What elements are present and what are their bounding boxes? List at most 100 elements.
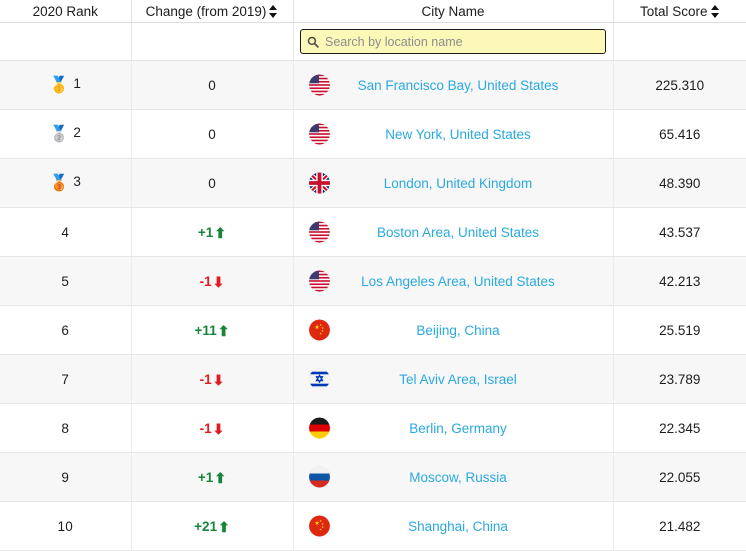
rank-value: 5 xyxy=(61,273,70,289)
flag-united-states-icon xyxy=(308,123,330,145)
city-link[interactable]: London, United Kingdom xyxy=(374,176,533,191)
score-cell: 22.055 xyxy=(613,452,746,502)
rank-value: 3 xyxy=(73,174,82,189)
city-cell: San Francisco Bay, United States xyxy=(293,60,614,110)
change-arrow-icon: ⬇ xyxy=(212,273,225,290)
score-cell: 23.789 xyxy=(613,354,746,404)
rank-value: 9 xyxy=(61,469,70,485)
city-link[interactable]: San Francisco Bay, United States xyxy=(348,78,559,93)
city-link[interactable]: Shanghai, China xyxy=(398,519,508,534)
city-cell: Boston Area, United States xyxy=(293,207,614,257)
city-cell: ★ ★ ★ ★ ★ Shanghai, China xyxy=(293,501,614,551)
change-value: 0 xyxy=(208,175,216,191)
city-cell: London, United Kingdom xyxy=(293,158,614,208)
change-value: -1 xyxy=(199,371,212,387)
column-header-score-label: Total Score xyxy=(639,3,708,19)
city-cell: Moscow, Russia xyxy=(293,452,614,502)
filter-cell-city xyxy=(293,22,614,61)
flag-russia-icon xyxy=(308,466,330,488)
rank-cell: 7 xyxy=(0,354,132,404)
change-cell: 0 xyxy=(131,158,294,208)
score-cell: 65.416 xyxy=(613,109,746,159)
table-row: 8 -1⬇ Berlin, Germany 22.345 xyxy=(0,403,746,453)
column-header-rank[interactable]: 2020 Rank xyxy=(0,0,132,23)
change-arrow-icon: ⬆ xyxy=(218,518,230,535)
filter-row xyxy=(0,22,746,61)
city-link[interactable]: Beijing, China xyxy=(406,323,499,338)
column-header-change[interactable]: Change (from 2019) xyxy=(131,0,294,23)
sort-toggle-icon[interactable] xyxy=(269,4,278,18)
city-link[interactable]: Berlin, Germany xyxy=(399,421,507,436)
city-ranking-table: 2020 Rank Change (from 2019) City Name T… xyxy=(0,0,746,551)
column-header-rank-label: 2020 Rank xyxy=(32,3,98,19)
rank-cell: 10 xyxy=(0,501,132,551)
flag-china-icon: ★ ★ ★ ★ ★ xyxy=(308,515,330,537)
filter-cell-change xyxy=(131,22,294,61)
change-cell: +11⬆ xyxy=(131,305,294,355)
flag-china-icon: ★ ★ ★ ★ ★ xyxy=(308,319,330,341)
rank-value: 8 xyxy=(61,420,70,436)
filter-cell-rank xyxy=(0,22,132,61)
rank-value: 6 xyxy=(61,322,70,338)
score-cell: 21.482 xyxy=(613,501,746,551)
rank-cell: 8 xyxy=(0,403,132,453)
score-cell: 43.537 xyxy=(613,207,746,257)
score-cell: 25.519 xyxy=(613,305,746,355)
change-value: -1 xyxy=(199,420,212,436)
flag-germany-icon xyxy=(308,417,330,439)
rank-value: 7 xyxy=(61,371,70,387)
city-link[interactable]: Los Angeles Area, United States xyxy=(351,274,555,289)
rank-value: 1 xyxy=(73,76,82,91)
flag-united-states-icon xyxy=(308,74,330,96)
change-arrow-icon: ⬆ xyxy=(217,322,230,339)
table-row: 🥇 1 0 San Francisco Bay, United States 225.3… xyxy=(0,60,746,110)
city-link[interactable]: Moscow, Russia xyxy=(399,470,507,485)
change-cell: 0 xyxy=(131,109,294,159)
table-row: 🥉 3 0 London, United Kingdom 48.390 xyxy=(0,158,746,208)
city-link[interactable]: Tel Aviv Area, Israel xyxy=(389,372,517,387)
flag-united-states-icon xyxy=(308,270,330,292)
table-row: 9 +1⬆ Moscow, Russia 22.055 xyxy=(0,452,746,502)
change-arrow-icon: ⬆ xyxy=(214,224,227,241)
rank-cell: 🥉 3 xyxy=(0,158,132,208)
table-row: 4 +1⬆ Boston Area, United States 43.537 xyxy=(0,207,746,257)
city-cell: ★ ★ ★ ★ ★ Beijing, China xyxy=(293,305,614,355)
change-value: +11 xyxy=(194,322,217,338)
column-header-city[interactable]: City Name xyxy=(293,0,614,23)
flag-united-states-icon xyxy=(308,221,330,243)
city-cell: Berlin, Germany xyxy=(293,403,614,453)
header-row: 2020 Rank Change (from 2019) City Name T… xyxy=(0,0,746,23)
change-value: +21 xyxy=(194,518,218,534)
change-value: +1 xyxy=(197,469,214,485)
change-cell: -1⬇ xyxy=(131,403,294,453)
rank-value: 10 xyxy=(57,518,73,534)
change-value: +1 xyxy=(197,224,214,240)
gold-medal-icon: 🥇 xyxy=(49,77,70,94)
score-cell: 42.213 xyxy=(613,256,746,306)
rank-cell: 9 xyxy=(0,452,132,502)
city-link[interactable]: New York, United States xyxy=(375,127,531,142)
city-cell: Los Angeles Area, United States xyxy=(293,256,614,306)
change-arrow-icon: ⬆ xyxy=(214,469,227,486)
change-cell: +21⬆ xyxy=(131,501,294,551)
column-header-city-label: City Name xyxy=(421,3,485,19)
rank-value: 2 xyxy=(73,125,82,140)
column-header-change-label: Change (from 2019) xyxy=(145,3,267,19)
column-header-score[interactable]: Total Score xyxy=(613,0,746,23)
rank-cell: 4 xyxy=(0,207,132,257)
city-link[interactable]: Boston Area, United States xyxy=(367,225,539,240)
change-cell: -1⬇ xyxy=(131,256,294,306)
bronze-medal-icon: 🥉 xyxy=(49,175,70,192)
table-row: 7 -1⬇ Tel Aviv Area, Israel 23.789 xyxy=(0,354,746,404)
rank-cell: 6 xyxy=(0,305,132,355)
change-arrow-icon: ⬇ xyxy=(212,420,225,437)
sort-toggle-icon[interactable] xyxy=(710,4,720,18)
change-value: 0 xyxy=(208,126,216,142)
table-header: 2020 Rank Change (from 2019) City Name T… xyxy=(0,0,746,61)
rank-value: 4 xyxy=(61,224,70,240)
city-cell: Tel Aviv Area, Israel xyxy=(293,354,614,404)
score-cell: 225.310 xyxy=(613,60,746,110)
search-input[interactable] xyxy=(300,29,606,54)
filter-cell-score xyxy=(613,22,746,61)
rank-cell: 🥈 2 xyxy=(0,109,132,159)
